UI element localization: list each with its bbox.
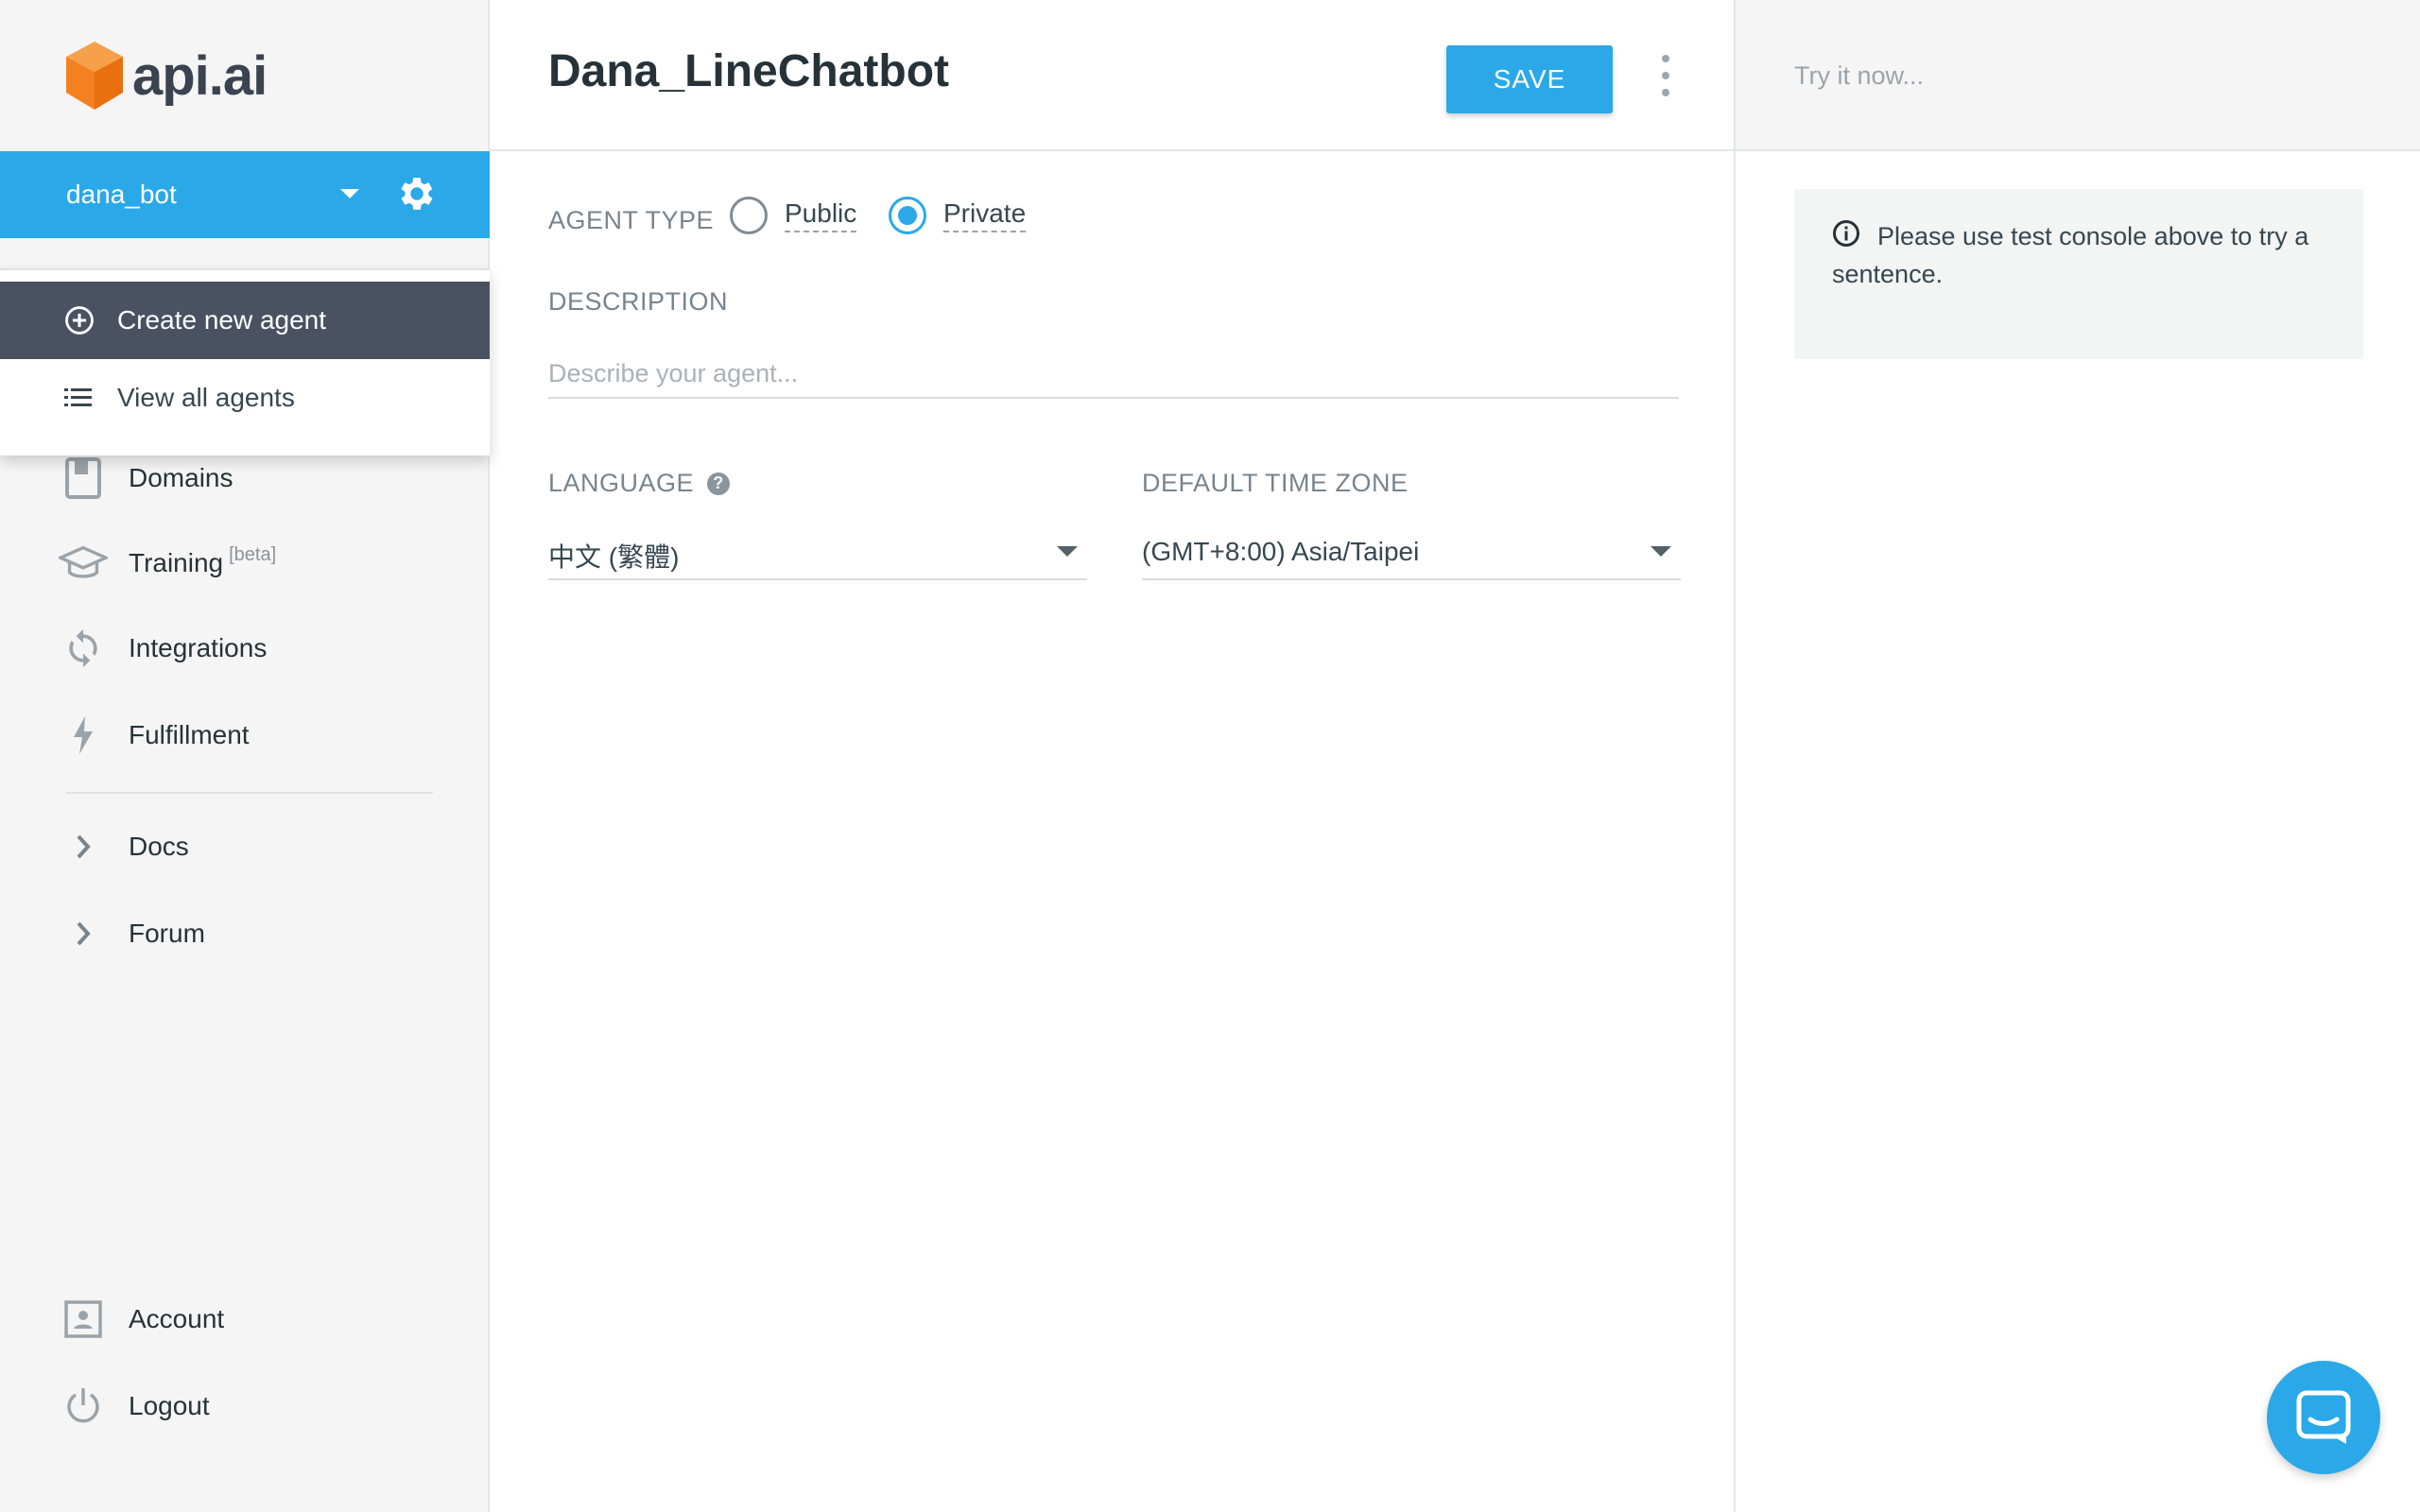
help-icon[interactable]: ?	[707, 472, 731, 495]
account-box-icon	[59, 1295, 108, 1344]
language-label: LANGUAGE ?	[548, 469, 731, 498]
timezone-select[interactable]: (GMT+8:00) Asia/Taipei	[1142, 531, 1681, 580]
language-value: 中文 (繁體)	[548, 542, 680, 572]
page-title: Dana_LineChatbot	[548, 46, 950, 96]
more-vert-icon[interactable]	[1654, 55, 1677, 96]
agent-settings-panel: Dana_LineChatbot SAVE AGENT TYPE Public …	[490, 0, 1736, 1512]
chat-launcher-button[interactable]	[2267, 1361, 2380, 1474]
agent-type-label: AGENT TYPE	[548, 206, 715, 234]
chat-icon	[2296, 1390, 2351, 1444]
timezone-value: (GMT+8:00) Asia/Taipei	[1142, 537, 1420, 566]
lightning-icon	[59, 711, 108, 760]
book-icon	[59, 454, 108, 503]
sidebar-item-forum[interactable]: Forum	[0, 896, 490, 971]
info-box: Please use test console above to try a s…	[1794, 189, 2363, 359]
agent-type-public-radio[interactable]: Public	[730, 197, 857, 234]
save-button[interactable]: SAVE	[1446, 45, 1613, 113]
add-circle-icon	[60, 301, 98, 339]
agent-dropdown-menu: Create new agent View all agents	[0, 268, 490, 455]
training-label: Training	[129, 548, 224, 577]
agent-selector[interactable]: dana_bot	[0, 151, 490, 238]
sidebar-item-label: Docs	[129, 832, 189, 861]
sidebar-item-docs[interactable]: Docs	[0, 809, 490, 885]
sidebar: api.ai dana_bot Create new agent View al…	[0, 0, 490, 1512]
sidebar-item-label: Account	[129, 1304, 225, 1333]
logo-text: api.ai	[132, 44, 268, 107]
description-input[interactable]	[548, 350, 1679, 399]
language-select[interactable]: 中文 (繁體)	[548, 531, 1087, 580]
list-icon	[60, 379, 98, 417]
sidebar-item-fulfillment[interactable]: Fulfillment	[0, 697, 490, 773]
radio-circle-checked[interactable]	[889, 197, 926, 234]
graduation-cap-icon	[59, 539, 108, 588]
sidebar-item-label: Logout	[129, 1391, 210, 1420]
dropdown-arrow-icon[interactable]	[1651, 546, 1671, 557]
description-label: DESCRIPTION	[548, 287, 729, 316]
test-console-bar	[1736, 0, 2420, 151]
agent-type-private-radio[interactable]: Private	[889, 197, 1027, 234]
view-all-agents-item[interactable]: View all agents	[0, 359, 490, 437]
beta-badge: [beta]	[229, 544, 277, 565]
logo-cube-icon	[66, 42, 123, 110]
main-header: Dana_LineChatbot SAVE	[490, 0, 1736, 151]
caret-down-icon[interactable]	[340, 189, 359, 198]
sync-icon	[59, 624, 108, 673]
info-text: Please use test console above to try a s…	[1832, 222, 2309, 288]
sidebar-item-integrations[interactable]: Integrations	[0, 610, 490, 686]
sidebar-item-training[interactable]: Training [beta]	[0, 525, 490, 601]
view-all-agents-label: View all agents	[117, 383, 295, 412]
radio-label-public[interactable]: Public	[785, 198, 857, 232]
timezone-label: DEFAULT TIME ZONE	[1142, 469, 1409, 497]
sidebar-item-label: Integrations	[129, 633, 268, 662]
sidebar-item-logout[interactable]: Logout	[0, 1368, 490, 1444]
create-new-agent-item[interactable]: Create new agent	[0, 282, 490, 359]
gear-icon[interactable]	[395, 172, 439, 215]
sidebar-item-label: Training [beta]	[129, 544, 276, 578]
dropdown-arrow-icon[interactable]	[1057, 546, 1078, 557]
radio-circle[interactable]	[730, 197, 768, 234]
chevron-right-icon	[59, 822, 108, 871]
language-label-text: LANGUAGE	[548, 469, 695, 497]
try-it-now-input[interactable]	[1794, 53, 2380, 98]
api-ai-logo[interactable]: api.ai	[64, 40, 268, 112]
agent-name: dana_bot	[66, 180, 177, 209]
test-console-panel: Please use test console above to try a s…	[1736, 0, 2420, 1512]
chevron-right-icon	[59, 909, 108, 958]
sidebar-item-label: Domains	[129, 463, 233, 492]
sidebar-item-label: Forum	[129, 919, 205, 948]
sidebar-item-label: Fulfillment	[129, 720, 250, 749]
create-new-agent-label: Create new agent	[117, 305, 327, 335]
sidebar-item-account[interactable]: Account	[0, 1281, 490, 1357]
sidebar-divider	[66, 792, 433, 794]
radio-label-private[interactable]: Private	[943, 198, 1027, 232]
power-icon	[59, 1382, 108, 1431]
